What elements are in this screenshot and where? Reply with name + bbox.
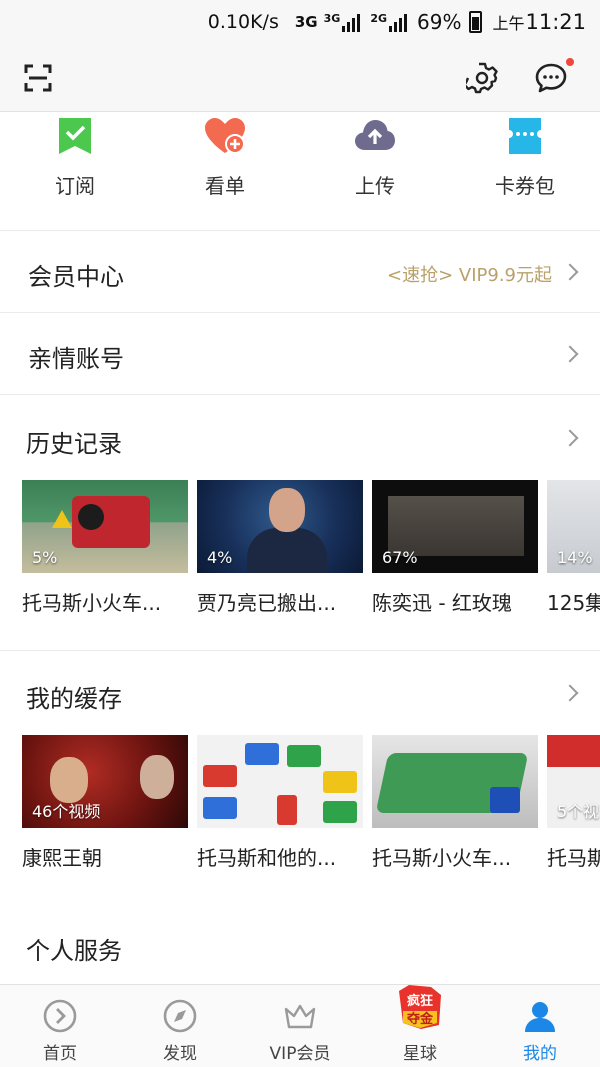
- crown-icon: [284, 1004, 316, 1029]
- watch-progress: 4%: [207, 548, 233, 567]
- sim2-signal-icon: 2G: [370, 12, 407, 32]
- quick-action-watchlist[interactable]: 看单: [150, 112, 300, 230]
- quick-action-coupons[interactable]: 卡券包: [450, 112, 600, 230]
- tab-label: 首页: [43, 1044, 77, 1064]
- chevron-right-icon: [561, 429, 579, 447]
- cache-item[interactable]: 托马斯和他的...: [197, 735, 363, 871]
- video-title: 125集: [547, 591, 600, 615]
- video-title: 托马斯和他的...: [197, 846, 337, 870]
- notification-dot: [566, 58, 574, 66]
- cache-item[interactable]: 托马斯小火车...: [372, 735, 538, 871]
- chevron-right-icon: [561, 263, 579, 281]
- video-thumbnail: 5%: [22, 480, 188, 573]
- tab-label: 星球: [403, 1044, 437, 1064]
- tab-label: 发现: [163, 1044, 197, 1064]
- quick-action-label: 卡券包: [495, 174, 555, 198]
- coupon-ticket-icon: [509, 118, 541, 154]
- video-thumbnail: 14%: [547, 480, 600, 573]
- video-title: 陈奕迅 - 红玫瑰: [372, 591, 512, 615]
- personal-services-header[interactable]: 个人服务: [0, 905, 600, 983]
- tab-label: VIP会员: [269, 1044, 331, 1064]
- video-thumbnail: 4%: [197, 480, 363, 573]
- member-center-row[interactable]: 会员中心 <速抢> VIP9.9元起: [0, 231, 600, 313]
- bottom-nav: 首页 发现 VIP会员 疯狂 夺金 星球 我的: [0, 984, 600, 1067]
- quick-action-subscribe[interactable]: 订阅: [0, 112, 150, 230]
- family-account-title: 亲情账号: [28, 345, 124, 373]
- sim1-signal-icon: 3G: [324, 12, 361, 32]
- video-thumbnail: 67%: [372, 480, 538, 573]
- app-bar: [0, 44, 600, 112]
- cache-title: 我的缓存: [26, 685, 122, 713]
- history-item[interactable]: 4% 贾乃亮已搬出...: [197, 480, 363, 616]
- video-thumbnail: 5个视: [547, 735, 600, 828]
- watchlist-heart-icon: [205, 118, 245, 154]
- vip-promo-text[interactable]: <速抢> VIP9.9元起: [387, 261, 552, 287]
- video-title: 托马斯小火车...: [372, 846, 512, 870]
- video-count: 5个视: [557, 802, 600, 821]
- quick-action-label: 上传: [355, 174, 395, 198]
- personal-services-title: 个人服务: [26, 937, 122, 965]
- cache-strip: 46个视频 康熙王朝 托马斯和他的... 托马斯小火车... 5个视 托马斯: [0, 735, 600, 885]
- tab-home[interactable]: 首页: [0, 985, 120, 1067]
- tab-planet[interactable]: 疯狂 夺金 星球: [360, 985, 480, 1067]
- family-account-row[interactable]: 亲情账号: [0, 313, 600, 395]
- quick-actions: 订阅 看单 上传 卡券包: [0, 112, 600, 230]
- clock: 上午11:21: [492, 10, 586, 34]
- history-item[interactable]: 5% 托马斯小火车...: [22, 480, 188, 616]
- history-item[interactable]: 67% 陈奕迅 - 红玫瑰: [372, 480, 538, 616]
- cache-item[interactable]: 46个视频 康熙王朝: [22, 735, 188, 871]
- scan-icon[interactable]: [24, 64, 52, 92]
- upload-cloud-icon: [355, 120, 395, 150]
- status-bar: 0.10K/s 3G 3G 2G 69% 上午11:21: [0, 0, 600, 44]
- svg-text:疯狂: 疯狂: [407, 993, 433, 1009]
- video-thumbnail: [197, 735, 363, 828]
- history-item[interactable]: 14% 125集: [547, 480, 600, 616]
- home-play-icon: [43, 999, 77, 1033]
- quick-action-label: 看单: [205, 174, 245, 198]
- history-title: 历史记录: [26, 430, 122, 458]
- video-thumbnail: 46个视频: [22, 735, 188, 828]
- watch-progress: 67%: [382, 548, 418, 567]
- watch-progress: 14%: [557, 548, 593, 567]
- video-title: 贾乃亮已搬出...: [197, 591, 337, 615]
- chevron-right-icon: [561, 684, 579, 702]
- cache-item[interactable]: 5个视 托马斯: [547, 735, 600, 871]
- video-title: 托马斯: [547, 846, 600, 870]
- video-thumbnail: [372, 735, 538, 828]
- quick-action-label: 订阅: [55, 174, 95, 198]
- tab-me[interactable]: 我的: [480, 985, 600, 1067]
- watch-progress: 5%: [32, 548, 58, 567]
- gear-icon[interactable]: [466, 62, 498, 94]
- video-count: 46个视频: [32, 802, 101, 821]
- network-speed: 0.10K/s: [207, 11, 279, 33]
- member-center-title: 会员中心: [28, 263, 124, 291]
- message-icon[interactable]: [534, 62, 568, 94]
- video-title: 康熙王朝: [22, 846, 102, 870]
- history-strip: 5% 托马斯小火车... 4% 贾乃亮已搬出... 67% 陈奕迅 - 红玫瑰 …: [0, 480, 600, 630]
- tab-label: 我的: [523, 1044, 557, 1064]
- planet-promo-badge-icon: 疯狂 夺金: [399, 985, 441, 1029]
- sim1-type: 3G: [294, 13, 318, 31]
- profile-person-icon: [525, 1002, 555, 1032]
- history-header[interactable]: 历史记录: [0, 396, 600, 476]
- quick-action-upload[interactable]: 上传: [300, 112, 450, 230]
- battery-level: 69%: [417, 10, 462, 34]
- tab-discover[interactable]: 发现: [120, 985, 240, 1067]
- compass-icon: [163, 999, 197, 1033]
- tab-vip[interactable]: VIP会员: [240, 985, 360, 1067]
- battery-icon: [469, 11, 483, 33]
- cache-header[interactable]: 我的缓存: [0, 651, 600, 731]
- subscribe-bookmark-icon: [59, 118, 91, 154]
- video-title: 托马斯小火车...: [22, 591, 162, 615]
- chevron-right-icon: [561, 345, 579, 363]
- svg-text:夺金: 夺金: [406, 1011, 434, 1027]
